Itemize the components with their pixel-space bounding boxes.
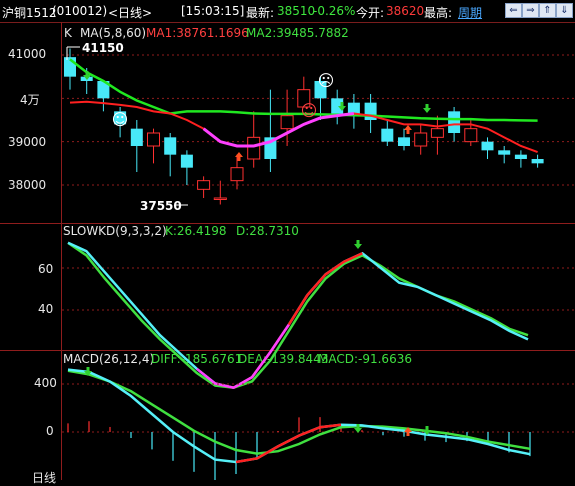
price-panel: ☺ ☺☹ xyxy=(62,46,575,206)
kd-panel xyxy=(62,240,575,390)
candle-body-down xyxy=(398,137,410,146)
macd-diff-line xyxy=(67,368,531,464)
candle-body-up xyxy=(147,132,160,147)
kd-sell-arrow-icon xyxy=(354,240,362,249)
happy-face-red-icon: ☺ xyxy=(301,101,318,120)
candle-body-down xyxy=(180,154,193,168)
kd-rising-segment xyxy=(214,252,363,390)
kd-d-line xyxy=(67,241,529,389)
candle-body-down xyxy=(448,111,461,133)
sad-face-icon: ☹ xyxy=(318,71,335,90)
candle-body-up xyxy=(230,167,244,182)
candle-body-down xyxy=(130,128,143,146)
candle-body-down xyxy=(514,154,527,159)
candle-body-up xyxy=(213,197,227,200)
macd-panel xyxy=(62,367,575,480)
buy-arrow-icon xyxy=(235,152,243,161)
candle-body-up xyxy=(247,136,261,160)
candle-body-down xyxy=(481,141,494,151)
chart-canvas[interactable]: ☺ ☺☹ xyxy=(0,0,575,480)
sell-arrow-icon xyxy=(423,104,431,113)
candle-body-up xyxy=(197,180,211,190)
candle-body-up xyxy=(414,132,428,147)
candle-body-down xyxy=(381,128,394,142)
candle-body-up xyxy=(430,128,444,138)
buy-arrow-icon xyxy=(404,125,412,134)
ma1-highlight-segment xyxy=(202,112,355,148)
candle-body-up xyxy=(280,115,294,130)
macd-rising-segment xyxy=(235,423,342,464)
candle-body-down xyxy=(531,159,544,164)
kd-highlight-segment xyxy=(196,324,290,390)
candle-body-down xyxy=(164,137,177,155)
candle-body-down xyxy=(498,150,511,155)
candle-body-up xyxy=(464,128,478,143)
macd-dea-line xyxy=(67,369,531,455)
happy-face-icon: ☺ xyxy=(112,110,129,129)
